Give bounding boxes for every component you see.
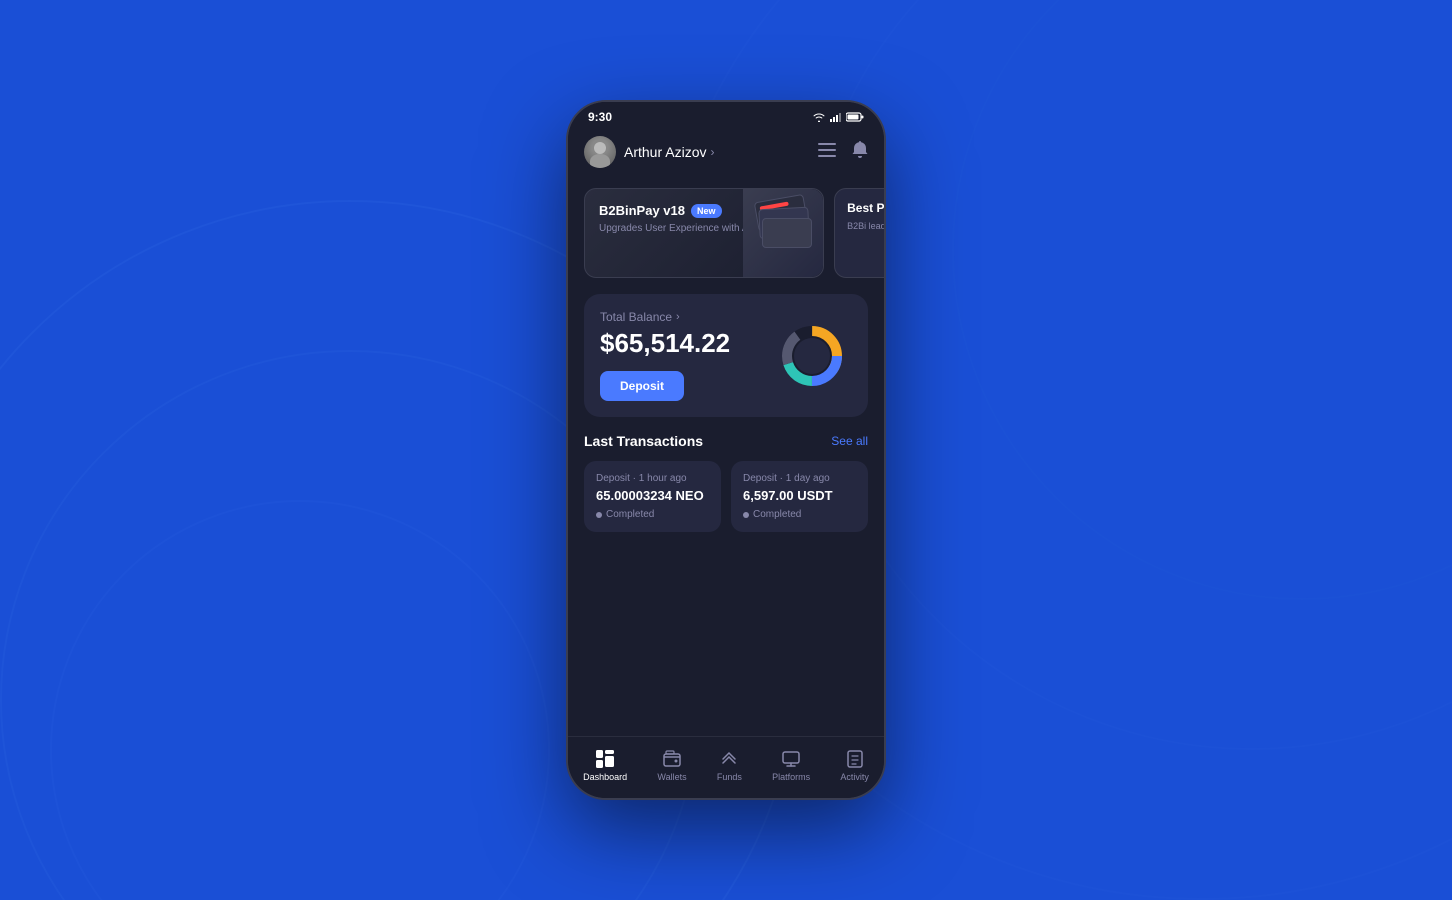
- signal-icon: [830, 112, 842, 122]
- platforms-icon: [781, 749, 801, 769]
- balance-left: Total Balance › $65,514.22 Deposit: [600, 310, 730, 401]
- transactions-grid: Deposit · 1 hour ago 65.00003234 NEO Com…: [584, 461, 868, 532]
- tx-meta-2: Deposit · 1 day ago: [743, 473, 856, 484]
- nav-item-platforms[interactable]: Platforms: [764, 745, 818, 786]
- avatar: [584, 136, 616, 168]
- tx-status-dot-1: [596, 512, 602, 518]
- banner-section: B2BinPay v18 New Upgrades User Experienc…: [568, 180, 884, 286]
- banner-card-1[interactable]: B2BinPay v18 New Upgrades User Experienc…: [584, 188, 824, 278]
- banner-title-2: Best Pay: [847, 201, 884, 217]
- user-name-row: Arthur Azizov ›: [624, 144, 714, 160]
- transactions-section: Last Transactions See all Deposit · 1 ho…: [568, 425, 884, 548]
- header-actions: [818, 141, 868, 164]
- banner-desc-2: B2Bi leading: [847, 221, 884, 231]
- tx-amount-1: 65.00003234 NEO: [596, 488, 709, 503]
- chevron-balance: ›: [676, 311, 680, 323]
- mini-card-3: [762, 218, 812, 248]
- deposit-button[interactable]: Deposit: [600, 371, 684, 401]
- see-all-button[interactable]: See all: [831, 434, 868, 448]
- transactions-title: Last Transactions: [584, 433, 703, 449]
- status-bar: 9:30: [568, 102, 884, 128]
- activity-icon: [845, 749, 865, 769]
- dashboard-icon: [595, 749, 615, 769]
- notification-icon[interactable]: [852, 141, 868, 164]
- user-info[interactable]: Arthur Azizov ›: [584, 136, 714, 168]
- nav-label-platforms: Platforms: [772, 772, 810, 782]
- nav-label-funds: Funds: [717, 772, 742, 782]
- transactions-header: Last Transactions See all: [584, 433, 868, 449]
- donut-inner: [794, 338, 830, 374]
- user-name: Arthur Azizov: [624, 144, 706, 160]
- balance-amount: $65,514.22: [600, 328, 730, 359]
- nav-item-dashboard[interactable]: Dashboard: [575, 745, 635, 786]
- header: Arthur Azizov ›: [568, 128, 884, 180]
- new-badge: New: [691, 204, 722, 218]
- card-stack: 0x4f2... 0x8b1...: [756, 198, 811, 268]
- tx-meta-1: Deposit · 1 hour ago: [596, 473, 709, 484]
- tx-status-1: Completed: [596, 509, 709, 520]
- nav-label-dashboard: Dashboard: [583, 772, 627, 782]
- bottom-nav: Dashboard Wallets Funds: [568, 736, 884, 798]
- phone-frame: 9:30: [566, 100, 886, 800]
- chevron-icon: ›: [710, 145, 714, 159]
- transaction-card-1[interactable]: Deposit · 1 hour ago 65.00003234 NEO Com…: [584, 461, 721, 532]
- banner-image-1: 0x4f2... 0x8b1...: [743, 189, 823, 277]
- wifi-icon: [812, 112, 826, 122]
- tx-status-dot-2: [743, 512, 749, 518]
- phone-wrapper: 9:30: [566, 100, 886, 800]
- nav-label-activity: Activity: [840, 772, 869, 782]
- nav-item-funds[interactable]: Funds: [709, 745, 750, 786]
- nav-item-wallets[interactable]: Wallets: [649, 745, 694, 786]
- avatar-image: [584, 136, 616, 168]
- transaction-card-2[interactable]: Deposit · 1 day ago 6,597.00 USDT Comple…: [731, 461, 868, 532]
- wallets-icon: [662, 749, 682, 769]
- balance-section: Total Balance › $65,514.22 Deposit: [584, 294, 868, 417]
- scroll-content[interactable]: B2BinPay v18 New Upgrades User Experienc…: [568, 180, 884, 736]
- nav-label-wallets: Wallets: [657, 772, 686, 782]
- balance-label: Total Balance ›: [600, 310, 730, 324]
- status-icons: [812, 112, 864, 122]
- battery-icon: [846, 112, 864, 122]
- funds-icon: [719, 749, 739, 769]
- tx-amount-2: 6,597.00 USDT: [743, 488, 856, 503]
- banner-card-2[interactable]: Best Pay B2Bi leading: [834, 188, 884, 278]
- nav-item-activity[interactable]: Activity: [832, 745, 877, 786]
- status-time: 9:30: [588, 110, 612, 124]
- menu-icon[interactable]: [818, 143, 836, 162]
- donut-chart: [772, 316, 852, 396]
- tx-status-2: Completed: [743, 509, 856, 520]
